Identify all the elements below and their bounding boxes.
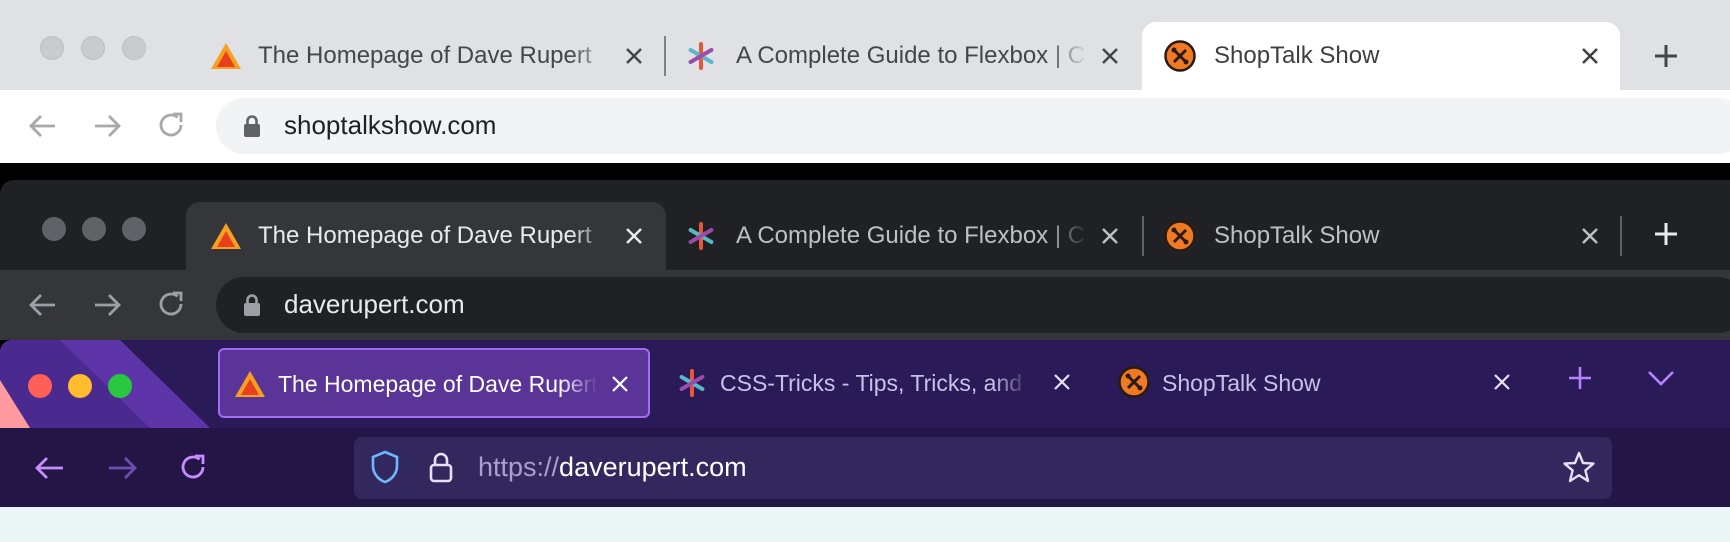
shoptalk-logo-icon bbox=[1164, 220, 1196, 252]
tab-title: The Homepage of Dave Rupert bbox=[258, 222, 592, 249]
close-tab-icon[interactable] bbox=[608, 372, 632, 396]
close-tab-icon[interactable] bbox=[1578, 44, 1602, 68]
forward-icon[interactable] bbox=[106, 454, 138, 482]
url-text: https://daverupert.com bbox=[478, 452, 747, 483]
close-tab-icon[interactable] bbox=[1098, 44, 1122, 68]
triangle-logo-icon bbox=[235, 371, 265, 397]
tab-flexbox-guide[interactable]: A Complete Guide to Flexbox | CSS-Tricks bbox=[676, 22, 1136, 90]
close-tab-icon[interactable] bbox=[1490, 370, 1514, 394]
reload-icon[interactable] bbox=[178, 452, 208, 482]
close-tab-icon[interactable] bbox=[1050, 370, 1074, 394]
browser-window-light: The Homepage of Dave Rupert A Complete G… bbox=[0, 0, 1730, 163]
tab-title: ShopTalk Show bbox=[1214, 42, 1380, 69]
minimize-window-button[interactable] bbox=[82, 217, 106, 241]
close-window-button[interactable] bbox=[40, 36, 64, 60]
back-icon[interactable] bbox=[28, 291, 58, 319]
url-text: daverupert.com bbox=[284, 289, 465, 319]
minimize-window-button[interactable] bbox=[68, 374, 92, 398]
close-window-button[interactable] bbox=[28, 374, 52, 398]
minimize-window-button[interactable] bbox=[81, 36, 105, 60]
shoptalk-logo-icon bbox=[1118, 366, 1150, 398]
tab-shoptalk-show[interactable]: ShopTalk Show bbox=[1142, 22, 1620, 90]
shield-icon[interactable] bbox=[370, 450, 400, 484]
tab-title: CSS-Tricks - Tips, Tricks, and Technique… bbox=[720, 370, 1030, 396]
tab-shoptalk-show[interactable]: ShopTalk Show bbox=[1156, 202, 1616, 270]
close-tab-icon[interactable] bbox=[1578, 224, 1602, 248]
new-tab-icon[interactable] bbox=[1652, 220, 1680, 248]
tab-css-tricks[interactable]: CSS-Tricks - Tips, Tricks, and Technique… bbox=[664, 348, 1084, 418]
new-tab-icon[interactable] bbox=[1652, 42, 1680, 70]
tab-title: The Homepage of Dave Rupert bbox=[258, 42, 592, 69]
close-tab-icon[interactable] bbox=[622, 44, 646, 68]
asterisk-logo-icon bbox=[688, 222, 714, 250]
tab-title: The Homepage of Dave Rupert bbox=[278, 371, 598, 397]
page-content bbox=[0, 507, 1730, 542]
lock-icon[interactable] bbox=[243, 114, 261, 138]
reload-icon[interactable] bbox=[156, 289, 186, 319]
back-icon[interactable] bbox=[28, 112, 58, 140]
close-tab-icon[interactable] bbox=[622, 224, 646, 248]
tab-title: A Complete Guide to Flexbox | CSS-Tricks bbox=[736, 222, 1088, 249]
tab-separator bbox=[664, 36, 666, 76]
url-text: shoptalkshow.com bbox=[284, 110, 497, 140]
shoptalk-logo-icon bbox=[1164, 40, 1196, 72]
bookmark-star-icon[interactable] bbox=[1562, 450, 1596, 484]
back-icon[interactable] bbox=[34, 454, 66, 482]
forward-icon[interactable] bbox=[92, 291, 122, 319]
close-window-button[interactable] bbox=[42, 217, 66, 241]
asterisk-logo-icon bbox=[688, 42, 714, 70]
tab-dave-rupert[interactable]: The Homepage of Dave Rupert bbox=[186, 202, 666, 270]
forward-icon[interactable] bbox=[92, 112, 122, 140]
browser-window-purple: The Homepage of Dave Rupert CSS-Tricks -… bbox=[0, 340, 1730, 542]
triangle-logo-icon bbox=[211, 223, 241, 249]
tab-title: ShopTalk Show bbox=[1162, 370, 1321, 396]
tab-shoptalk-show[interactable]: ShopTalk Show bbox=[1104, 348, 1524, 418]
tab-dave-rupert[interactable]: The Homepage of Dave Rupert bbox=[200, 22, 660, 90]
tab-flexbox-guide[interactable]: A Complete Guide to Flexbox | CSS-Tricks bbox=[676, 202, 1136, 270]
close-tab-icon[interactable] bbox=[1098, 224, 1122, 248]
reload-icon[interactable] bbox=[156, 110, 186, 140]
zoom-window-button[interactable] bbox=[122, 36, 146, 60]
browser-window-dark: The Homepage of Dave Rupert A Complete G… bbox=[0, 180, 1730, 340]
tab-separator bbox=[1620, 216, 1622, 256]
lock-icon[interactable] bbox=[428, 450, 454, 484]
chevron-down-icon[interactable] bbox=[1646, 368, 1676, 388]
zoom-window-button[interactable] bbox=[122, 217, 146, 241]
lock-icon[interactable] bbox=[243, 293, 261, 317]
zoom-window-button[interactable] bbox=[108, 374, 132, 398]
tab-separator bbox=[1142, 216, 1144, 256]
triangle-logo-icon bbox=[211, 43, 241, 69]
url-scheme: https:// bbox=[478, 452, 560, 482]
tab-title: ShopTalk Show bbox=[1214, 222, 1380, 249]
new-tab-icon[interactable] bbox=[1566, 364, 1594, 392]
tab-dave-rupert[interactable]: The Homepage of Dave Rupert bbox=[218, 348, 650, 418]
url-host: daverupert.com bbox=[559, 452, 747, 482]
asterisk-logo-icon bbox=[679, 369, 705, 397]
tab-title: A Complete Guide to Flexbox | CSS-Tricks bbox=[736, 42, 1088, 69]
